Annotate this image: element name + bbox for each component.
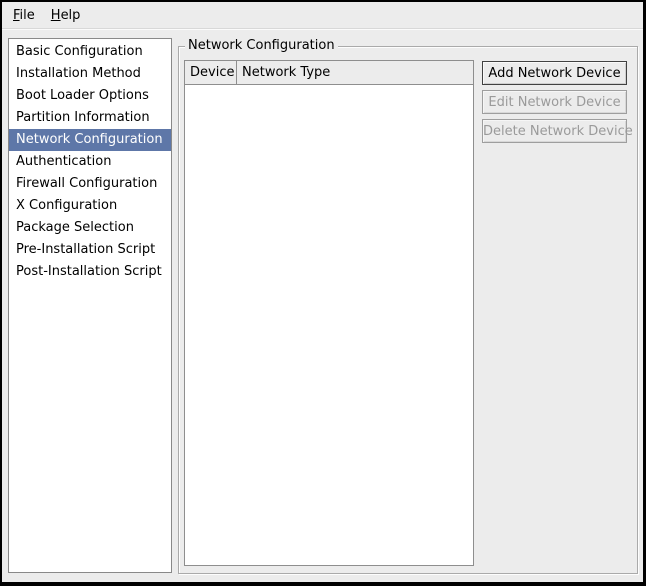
network-configuration-panel: Network Configuration Device Network Typ…	[178, 46, 638, 574]
section-list: Basic Configuration Installation Method …	[8, 38, 172, 573]
delete-network-device-button[interactable]: Delete Network Device	[482, 119, 627, 143]
sidebar-item-network-configuration[interactable]: Network Configuration	[9, 129, 171, 151]
column-header-device[interactable]: Device	[185, 61, 237, 85]
sidebar-item-package-selection[interactable]: Package Selection	[9, 217, 171, 239]
menu-help-label: Help	[51, 8, 81, 23]
sidebar-item-authentication[interactable]: Authentication	[9, 151, 171, 173]
network-device-table: Device Network Type	[184, 60, 474, 566]
menu-file-label: File	[13, 8, 35, 23]
panel-title: Network Configuration	[185, 38, 338, 53]
sidebar-item-partition-information[interactable]: Partition Information	[9, 107, 171, 129]
window-body: File Help Basic Configuration Installati…	[2, 2, 643, 582]
column-header-network-type[interactable]: Network Type	[237, 61, 473, 85]
device-actions: Add Network Device Edit Network Device D…	[482, 61, 627, 143]
kickstart-configurator-window: File Help Basic Configuration Installati…	[0, 0, 646, 586]
sidebar-item-x-configuration[interactable]: X Configuration	[9, 195, 171, 217]
sidebar-item-post-installation-script[interactable]: Post-Installation Script	[9, 261, 171, 283]
menu-help[interactable]: Help	[43, 2, 89, 28]
sidebar-item-boot-loader-options[interactable]: Boot Loader Options	[9, 85, 171, 107]
menu-bar: File Help	[2, 2, 643, 29]
table-body-empty	[185, 85, 473, 565]
add-network-device-button[interactable]: Add Network Device	[482, 61, 627, 85]
sidebar-item-firewall-configuration[interactable]: Firewall Configuration	[9, 173, 171, 195]
sidebar-item-basic-configuration[interactable]: Basic Configuration	[9, 41, 171, 63]
edit-network-device-button[interactable]: Edit Network Device	[482, 90, 627, 114]
menu-file[interactable]: File	[5, 2, 43, 28]
sidebar-item-pre-installation-script[interactable]: Pre-Installation Script	[9, 239, 171, 261]
table-header-row: Device Network Type	[185, 61, 473, 85]
sidebar-item-installation-method[interactable]: Installation Method	[9, 63, 171, 85]
